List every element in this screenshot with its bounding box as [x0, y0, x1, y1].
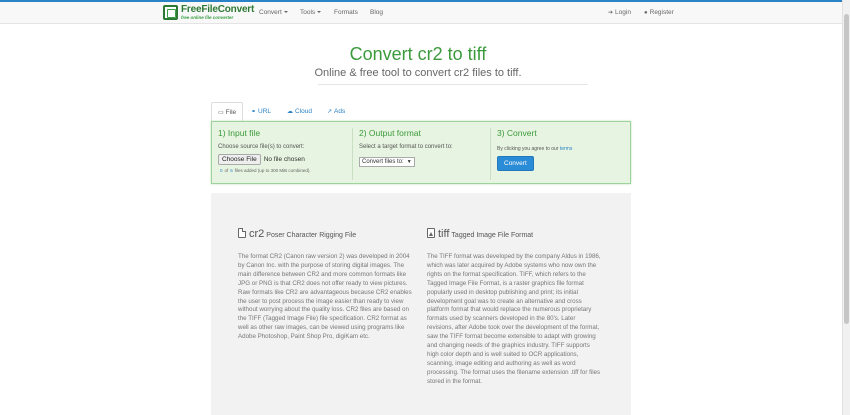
nav-convert[interactable]: Convert [259, 9, 288, 16]
brand-name: FreeFileConvert [181, 4, 255, 15]
tab-file-label: File [225, 109, 237, 116]
step3-heading: 3) Convert [497, 128, 537, 138]
target-format-description: The TIFF format was developed by the com… [427, 253, 601, 385]
nav-convert-label: Convert [259, 9, 282, 16]
target-format-heading: tiff Tagged Image File Format [427, 224, 602, 242]
file-count-max: 5 [230, 168, 233, 173]
tab-url-label: URL [258, 108, 272, 115]
step2-heading: 2) Output format [359, 128, 421, 138]
cloud-icon: ☁ [287, 109, 293, 115]
nav-register[interactable]: ● Register [644, 9, 674, 16]
target-format-info: tiff Tagged Image File Format The TIFF fo… [427, 224, 602, 387]
file-count-suffix: files added (up to 300 MiB combined). [234, 168, 311, 173]
laptop-icon: ▭ [218, 110, 224, 116]
link-icon: ⚭ [251, 109, 257, 115]
no-file-text: No file chosen [263, 156, 305, 163]
chevron-down-icon: ▼ [406, 159, 412, 165]
file-input[interactable]: Choose File No file chosen [218, 154, 348, 165]
step-input: 1) Input file Choose source file(s) to c… [218, 128, 348, 180]
tab-file[interactable]: ▭ File [211, 102, 243, 123]
login-icon: ➔ [608, 10, 614, 16]
step1-text: Choose source file(s) to convert: [218, 144, 305, 150]
source-format-description: The format CR2 (Canon raw version 2) was… [238, 253, 412, 341]
image-file-icon [427, 228, 435, 238]
tab-url[interactable]: ⚭ URL [251, 102, 271, 122]
tab-ads[interactable]: ↗ Ads [327, 102, 345, 122]
page-subtitle: Online & free tool to convert cr2 files … [314, 67, 522, 79]
file-count-of: of [224, 168, 229, 173]
step-output: 2) Output format Select a target format … [352, 128, 485, 180]
source-format-info: cr2 Poser Character Rigging File The form… [238, 224, 413, 342]
nav-tools[interactable]: Tools [300, 9, 322, 16]
target-format-ext: tiff [438, 228, 450, 240]
file-icon [238, 228, 246, 238]
terms-link[interactable]: terms [560, 146, 573, 152]
brand-logo[interactable]: FreeFileConvert free online file convert… [163, 4, 254, 22]
nav-blog[interactable]: Blog [370, 9, 383, 16]
file-count-info: 0 of 5 files added (up to 300 MiB combined)… [218, 168, 348, 173]
step2-text: Select a target format to convert to: [359, 144, 453, 150]
divider [318, 84, 588, 85]
tab-cloud[interactable]: ☁ Cloud [287, 102, 312, 122]
tab-cloud-label: Cloud [295, 108, 312, 115]
scrollbar[interactable] [842, 0, 850, 415]
step1-heading: 1) Input file [218, 128, 261, 138]
source-format-ext: cr2 [249, 228, 265, 240]
nav-tools-label: Tools [300, 9, 316, 16]
step-convert: 3) Convert By clicking you agree to our … [490, 128, 628, 180]
nav-register-label: Register [649, 9, 674, 16]
source-format-name: Poser Character Rigging File [266, 232, 357, 239]
tab-ads-label: Ads [334, 108, 346, 115]
convert-button[interactable]: Convert [497, 156, 534, 171]
terms-text: By clicking you agree to our terms [497, 146, 628, 152]
source-tabs: ▭ File ⚭ URL ☁ Cloud ↗ Ads [211, 102, 631, 123]
brand-tagline: free online file converter [181, 15, 234, 20]
page-title: Convert cr2 to tiff [349, 44, 487, 64]
terms-prefix: By clicking you agree to our [497, 146, 559, 152]
format-info-section: cr2 Poser Character Rigging File The form… [211, 193, 631, 415]
nav-formats[interactable]: Formats [334, 9, 358, 16]
chevron-down-icon [317, 11, 322, 14]
external-link-icon: ↗ [327, 109, 333, 115]
user-icon: ● [644, 10, 648, 16]
output-format-value: Convert files to: [362, 159, 404, 165]
nav-login[interactable]: ➔ Login [608, 9, 631, 16]
file-count-current: 0 [220, 168, 223, 173]
target-format-name: Tagged Image File Format [451, 232, 534, 239]
source-format-heading: cr2 Poser Character Rigging File [238, 224, 413, 242]
convert-panel: 1) Input file Choose source file(s) to c… [211, 121, 631, 184]
navbar: FreeFileConvert free online file convert… [0, 2, 850, 24]
choose-file-button[interactable]: Choose File [218, 154, 261, 165]
nav-login-label: Login [615, 9, 631, 16]
chevron-down-icon [283, 11, 288, 14]
logo-icon [163, 5, 178, 20]
scrollbar-thumb[interactable] [844, 14, 849, 324]
output-format-select[interactable]: Convert files to: ▼ [359, 157, 415, 167]
